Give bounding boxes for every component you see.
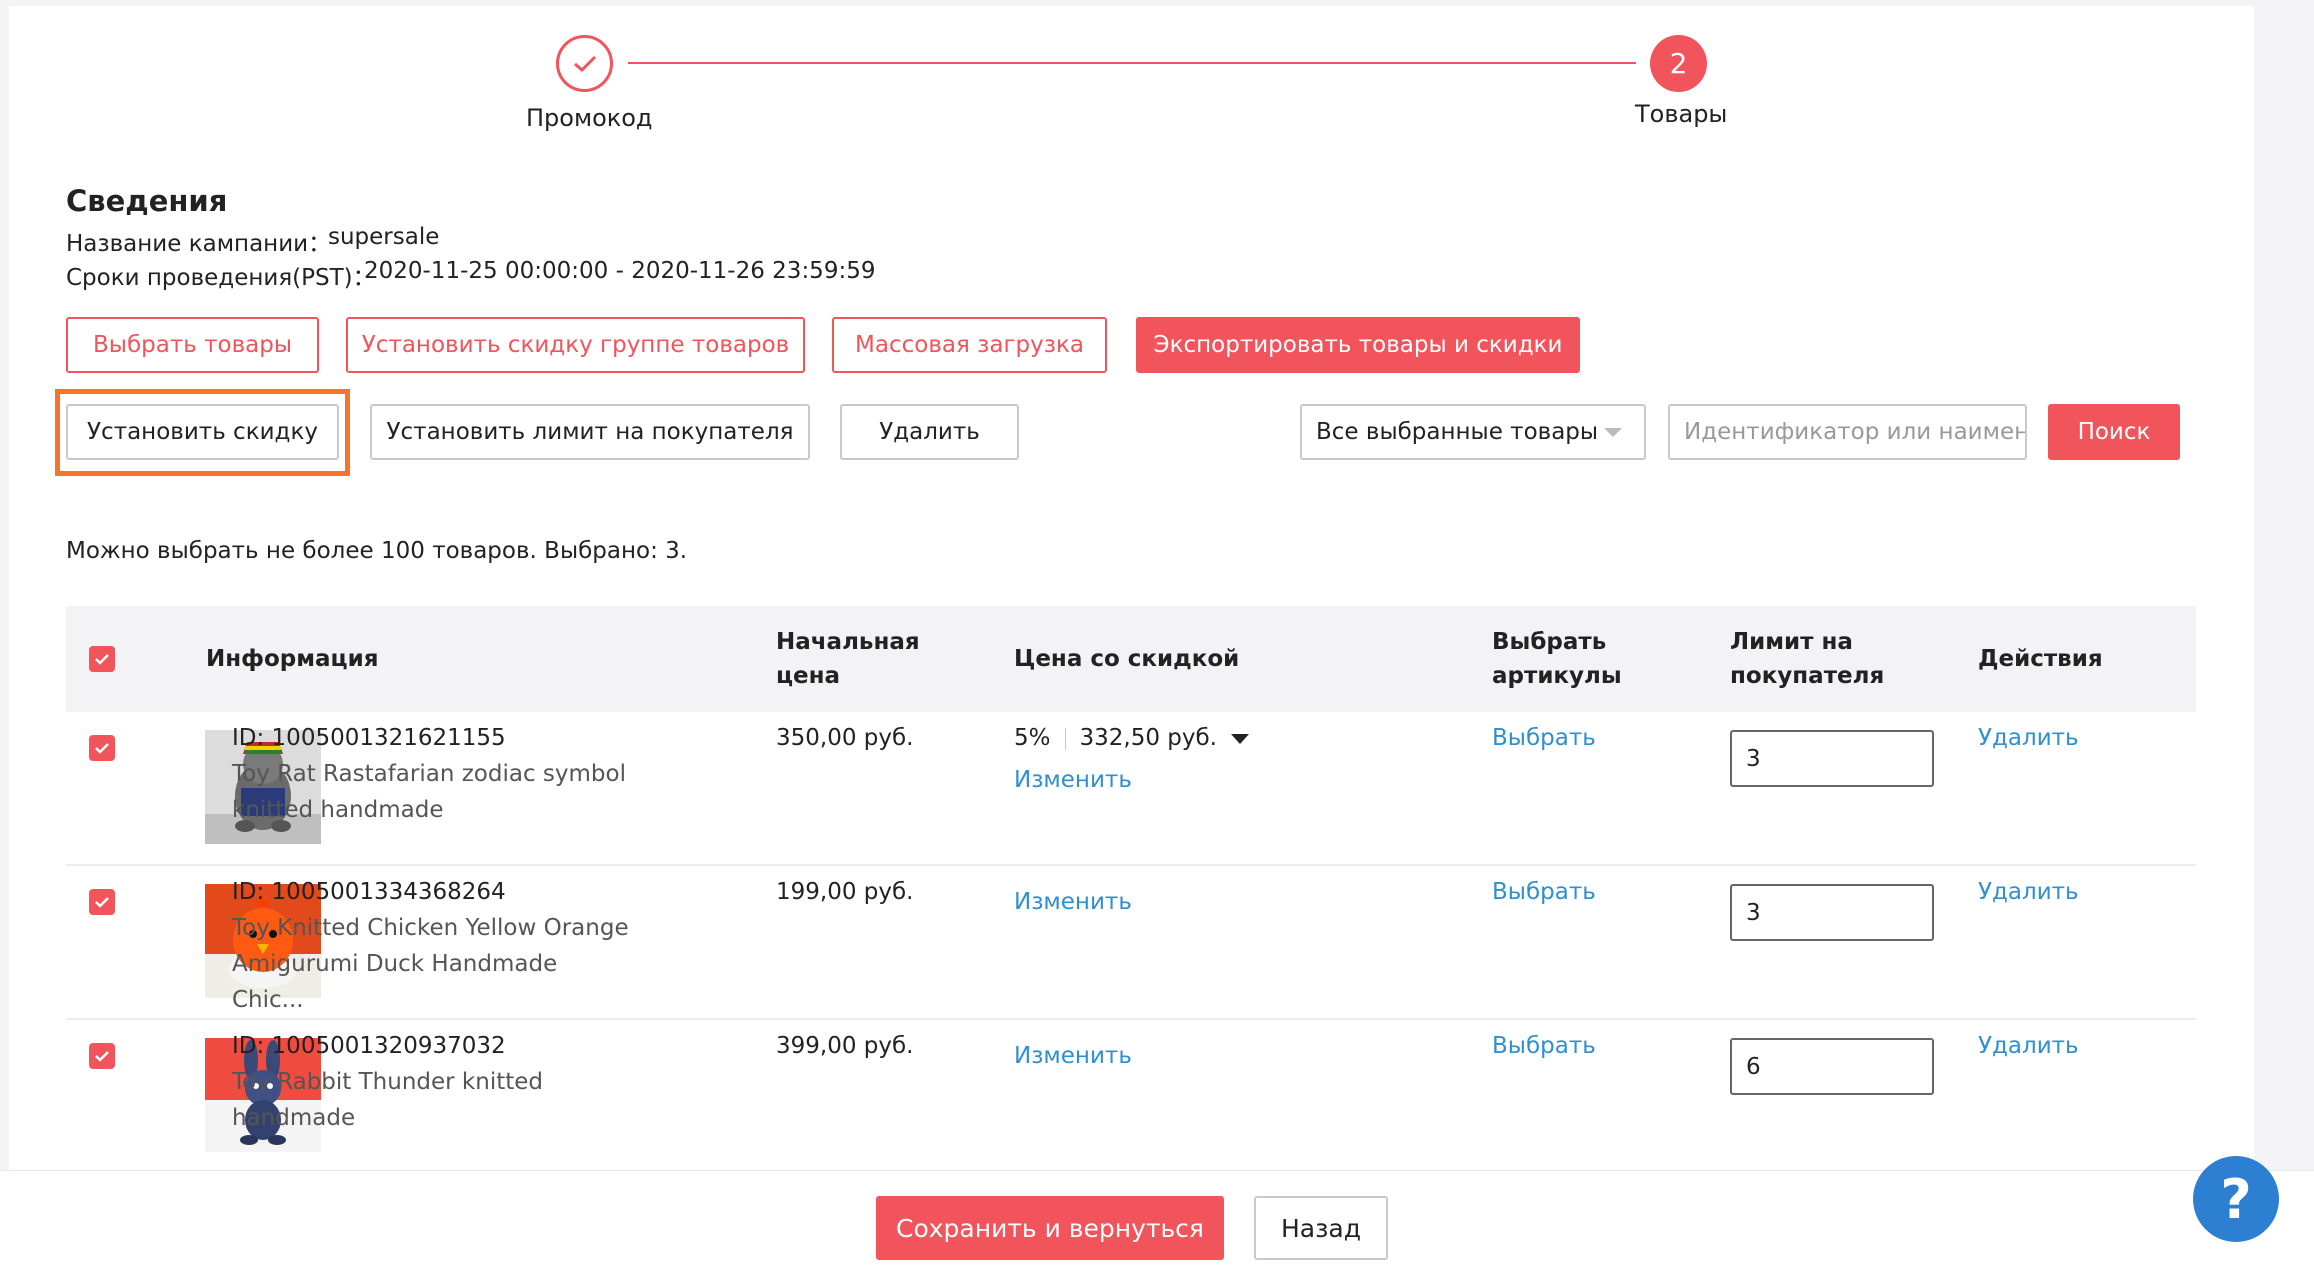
check-icon xyxy=(95,654,109,665)
discount-percent: 5% xyxy=(1014,725,1051,751)
step-promo-label: Промокод xyxy=(526,104,653,132)
campaign-name-value: supersale xyxy=(328,224,440,250)
campaign-name-label: Название кампании： xyxy=(66,231,332,257)
base-price: 199,00 руб. xyxy=(776,879,914,905)
select-products-button[interactable]: Выбрать товары xyxy=(66,317,319,373)
header-discount-price: Цена со скидкой xyxy=(1014,646,1240,672)
product-name: Toy Knitted Chicken Yellow Orange Amigur… xyxy=(232,915,629,1013)
step-connector xyxy=(628,62,1636,64)
campaign-name-row: Название кампании： supersale xyxy=(66,224,439,258)
base-price: 350,00 руб. xyxy=(776,725,914,751)
header-base-price: Начальная цена xyxy=(776,629,920,689)
chevron-down-icon xyxy=(1604,428,1622,437)
period-row: Сроки проведения(PST)： 2020-11-25 00:00:… xyxy=(66,258,875,292)
header-info: Информация xyxy=(206,646,379,672)
row-checkbox[interactable] xyxy=(89,889,115,915)
export-button[interactable]: Экспортировать товары и скидки xyxy=(1136,317,1580,373)
search-button[interactable]: Поиск xyxy=(2048,404,2180,460)
base-price: 399,00 руб. xyxy=(776,1033,914,1059)
filter-value: Все выбранные товары xyxy=(1316,419,1599,445)
back-button[interactable]: Назад xyxy=(1254,1196,1388,1260)
period-value: 2020-11-25 00:00:00 - 2020-11-26 23:59:5… xyxy=(364,258,876,284)
select-sku-link[interactable]: Выбрать xyxy=(1492,1028,1596,1064)
header-limit: Лимит на покупателя xyxy=(1730,629,1885,689)
delete-row-link[interactable]: Удалить xyxy=(1978,874,2079,910)
select-sku-link[interactable]: Выбрать xyxy=(1492,874,1596,910)
period-label: Сроки проведения(PST)： xyxy=(66,265,376,291)
delete-row-link[interactable]: Удалить xyxy=(1978,1028,2079,1064)
product-name: Toy Rat Rastafarian zodiac symbol knitte… xyxy=(232,761,626,823)
section-title: Сведения xyxy=(66,184,228,218)
row-checkbox[interactable] xyxy=(89,1043,115,1069)
check-icon xyxy=(95,897,109,908)
table-row: ID: 1005001321621155 Toy Rat Rastafarian… xyxy=(66,712,2196,866)
divider xyxy=(1064,727,1066,750)
help-icon[interactable]: ? xyxy=(2193,1156,2279,1242)
delete-row-link[interactable]: Удалить xyxy=(1978,720,2079,756)
products-filter-select[interactable]: Все выбранные товары xyxy=(1300,404,1646,460)
step-products-number: 2 xyxy=(1650,35,1707,92)
check-icon xyxy=(95,743,109,754)
bulk-upload-button[interactable]: Массовая загрузка xyxy=(832,317,1107,373)
product-name: Toy Rabbit Thunder knitted handmade xyxy=(232,1069,543,1131)
select-sku-link[interactable]: Выбрать xyxy=(1492,720,1596,756)
discount-value[interactable]: 5% 332,50 руб. xyxy=(1014,720,1249,756)
group-discount-button[interactable]: Установить скидку группе товаров xyxy=(346,317,805,373)
buyer-limit-input[interactable] xyxy=(1730,884,1934,941)
check-icon xyxy=(573,55,596,72)
edit-discount-link[interactable]: Изменить xyxy=(1014,1038,1132,1074)
product-id: ID: 1005001334368264 xyxy=(232,879,506,905)
set-limit-button[interactable]: Установить лимит на покупателя xyxy=(370,404,810,460)
step-products-label: Товары xyxy=(1635,100,1728,128)
table-row: ID: 1005001334368264 Toy Knitted Chicken… xyxy=(66,866,2196,1020)
table-row: ID: 1005001320937032 Toy Rabbit Thunder … xyxy=(66,1020,2196,1174)
delete-selected-button[interactable]: Удалить xyxy=(840,404,1019,460)
caret-down-icon[interactable] xyxy=(1231,733,1249,744)
set-discount-button[interactable]: Установить скидку xyxy=(66,404,339,460)
selection-note: Можно выбрать не более 100 товаров. Выбр… xyxy=(66,538,688,564)
product-id: ID: 1005001320937032 xyxy=(232,1033,506,1059)
header-actions: Действия xyxy=(1978,646,2103,672)
select-all-checkbox[interactable] xyxy=(89,646,115,672)
product-id: ID: 1005001321621155 xyxy=(232,725,506,751)
buyer-limit-input[interactable] xyxy=(1730,730,1934,787)
edit-discount-link[interactable]: Изменить xyxy=(1014,884,1132,920)
save-and-return-button[interactable]: Сохранить и вернуться xyxy=(876,1196,1224,1260)
row-checkbox[interactable] xyxy=(89,735,115,761)
search-input[interactable] xyxy=(1668,404,2027,460)
check-icon xyxy=(95,1051,109,1062)
table-header: Информация Начальная цена Цена со скидко… xyxy=(66,606,2196,712)
discount-price: 332,50 руб. xyxy=(1079,725,1218,751)
header-select-sku: Выбрать артикулы xyxy=(1492,629,1622,689)
edit-discount-link[interactable]: Изменить xyxy=(1014,762,1132,798)
buyer-limit-input[interactable] xyxy=(1730,1038,1934,1095)
step-promo-done-icon xyxy=(556,35,613,92)
